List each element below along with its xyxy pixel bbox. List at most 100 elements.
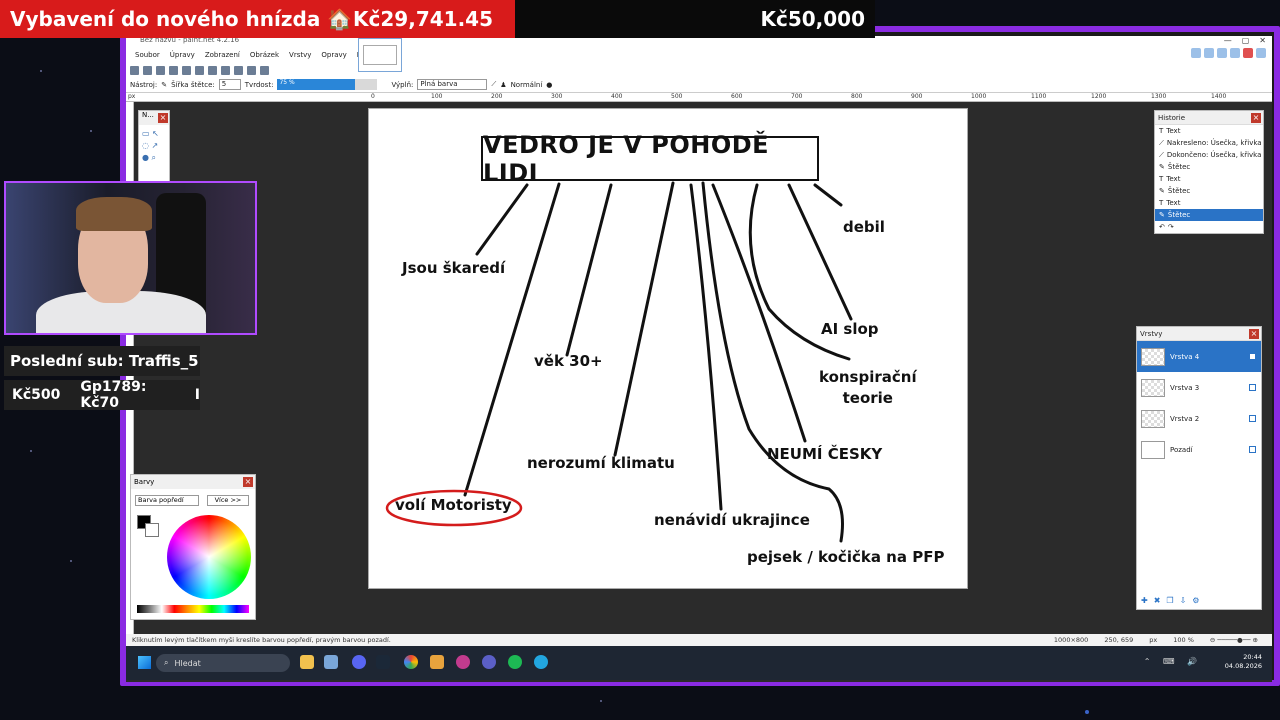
cut-icon[interactable] — [182, 65, 191, 75]
crop-icon[interactable] — [221, 65, 230, 75]
spotify-icon[interactable] — [508, 655, 522, 669]
mindmap-title: VEDRO JE V POHODĚ LIDI — [481, 131, 819, 187]
brush-width-input[interactable]: 5 — [218, 79, 241, 90]
history-item[interactable]: T Text — [1155, 197, 1263, 209]
history-item[interactable]: ✎ Štětec — [1155, 185, 1263, 197]
merge-layer-icon[interactable]: ⇩ — [1180, 596, 1187, 605]
menu-layers[interactable]: Vrstvy — [284, 51, 316, 59]
move-tool-icon[interactable]: ↖ — [152, 129, 159, 138]
drawing-canvas[interactable]: VEDRO JE V POHODĚ LIDI Jsou škaredí věk … — [369, 109, 967, 588]
hardness-slider[interactable]: 75 % — [277, 79, 378, 90]
tools-close-button[interactable]: × — [158, 113, 168, 123]
layer-row[interactable]: Pozadí — [1137, 434, 1261, 465]
maximize-button[interactable]: ▢ — [1242, 36, 1250, 45]
discord-icon[interactable] — [352, 655, 366, 669]
steam-icon[interactable] — [376, 655, 390, 669]
colors-close-button[interactable]: × — [243, 477, 253, 487]
goal-current: Kč29,741.45 — [353, 7, 493, 31]
grid-icon[interactable] — [260, 65, 269, 75]
goal-title: Vybavení do nového hnízda 🏠 — [10, 7, 353, 31]
color-mode-select[interactable]: Barva popředí — [135, 495, 199, 506]
layer-visibility-checkbox[interactable] — [1249, 415, 1256, 422]
menu-edit[interactable]: Úpravy — [165, 51, 200, 59]
zoom-slider[interactable]: ⊖ ─────●── ⊕ — [1210, 636, 1258, 644]
history-item[interactable]: T Text — [1155, 173, 1263, 185]
tools-panel-icon[interactable] — [1191, 48, 1201, 58]
color-wheel[interactable] — [167, 515, 251, 599]
color-palette[interactable] — [137, 605, 249, 613]
taskbar-search[interactable]: ⌕ Hledat — [156, 654, 290, 672]
move-selection-icon[interactable]: ↗ — [152, 141, 159, 150]
image-size: 1000×800 — [1053, 636, 1089, 644]
alpha-icon[interactable]: ● — [546, 81, 552, 89]
menu-view[interactable]: Zobrazení — [200, 51, 245, 59]
tools-panel: N... × ▭ ↖ ◌ ↗ ● ⌕ — [138, 110, 170, 182]
redo-icon[interactable]: ↷ — [1168, 223, 1174, 231]
paste-icon[interactable] — [208, 65, 217, 75]
layer-visibility-checkbox[interactable] — [1249, 353, 1256, 360]
edge-icon[interactable] — [534, 655, 548, 669]
chrome-icon[interactable] — [404, 655, 418, 669]
firefox-icon[interactable] — [456, 655, 470, 669]
tray-icons[interactable]: ⌃ ⌨ 🔊 — [1144, 657, 1202, 666]
layer-row-selected[interactable]: Vrstva 4 — [1137, 341, 1261, 372]
history-item[interactable]: T Text — [1155, 125, 1263, 137]
duplicate-layer-icon[interactable]: ❐ — [1166, 596, 1173, 605]
open-icon[interactable] — [143, 65, 152, 75]
add-layer-icon[interactable]: ✚ — [1141, 596, 1148, 605]
close-button[interactable]: ✕ — [1259, 36, 1266, 45]
vpn-icon[interactable] — [482, 655, 496, 669]
line-czech — [711, 183, 807, 443]
undo-icon[interactable] — [234, 65, 243, 75]
new-icon[interactable] — [130, 65, 139, 75]
delete-layer-icon[interactable]: ✖ — [1154, 596, 1161, 605]
redo-icon[interactable] — [247, 65, 256, 75]
history-panel-icon[interactable] — [1204, 48, 1214, 58]
antialias-icon[interactable]: ⟋ — [491, 80, 496, 89]
layer-thumbnail — [1141, 409, 1165, 428]
paintnet-icon[interactable] — [324, 655, 338, 669]
secondary-color-swatch[interactable] — [145, 523, 159, 537]
copy-icon[interactable] — [195, 65, 204, 75]
history-item[interactable]: ⟋ Nakresleno: Úsečka, křivka — [1155, 137, 1263, 149]
layer-visibility-checkbox[interactable] — [1249, 384, 1256, 391]
history-item-selected[interactable]: ✎ Štětec — [1155, 209, 1263, 221]
history-close-button[interactable]: × — [1251, 113, 1261, 123]
unit-select[interactable]: px — [1149, 636, 1157, 644]
more-colors-button[interactable]: Více >> — [207, 495, 249, 506]
explorer-icon[interactable] — [300, 655, 314, 669]
settings-icon[interactable] — [1243, 48, 1253, 58]
ellipse-select-icon[interactable]: ● — [142, 153, 149, 162]
history-item[interactable]: ✎ Štětec — [1155, 161, 1263, 173]
lasso-tool-icon[interactable]: ◌ — [142, 141, 149, 150]
zoom-tool-icon[interactable]: ⌕ — [152, 153, 156, 162]
undo-icon[interactable]: ↶ — [1159, 223, 1165, 231]
zoom-level[interactable]: 100 % — [1173, 636, 1194, 644]
select-tool-icon[interactable]: ▭ — [142, 129, 150, 138]
fill-select[interactable]: Plná barva — [417, 79, 488, 90]
image-tab-thumbnail[interactable] — [358, 38, 402, 72]
minimize-button[interactable]: — — [1224, 36, 1232, 45]
layer-row[interactable]: Vrstva 2 — [1137, 403, 1261, 434]
blend-mode-select[interactable]: Normální — [511, 81, 543, 89]
goal-target: Kč50,000 — [760, 7, 865, 31]
start-icon[interactable] — [138, 656, 151, 669]
label-climate: nerozumí klimatu — [527, 454, 675, 472]
print-icon[interactable] — [169, 65, 178, 75]
help-icon[interactable] — [1256, 48, 1266, 58]
menu-file[interactable]: Soubor — [130, 51, 165, 59]
menu-image[interactable]: Obrázek — [245, 51, 284, 59]
save-icon[interactable] — [156, 65, 165, 75]
layer-visibility-checkbox[interactable] — [1249, 446, 1256, 453]
layer-row[interactable]: Vrstva 3 — [1137, 372, 1261, 403]
layer-properties-icon[interactable]: ⚙ — [1192, 596, 1199, 605]
menu-bar: Soubor Úpravy Zobrazení Obrázek Vrstvy O… — [126, 38, 1272, 72]
app-icon[interactable] — [430, 655, 444, 669]
brush-icon[interactable]: ✎ — [161, 81, 167, 89]
colors-panel-icon[interactable] — [1230, 48, 1240, 58]
layers-close-button[interactable]: × — [1249, 329, 1259, 339]
menu-adjustments[interactable]: Opravy — [316, 51, 351, 59]
taskbar-clock[interactable]: 20:44 04.08.2026 — [1225, 653, 1262, 671]
layers-panel-icon[interactable] — [1217, 48, 1227, 58]
history-item[interactable]: ⟋ Dokončeno: Úsečka, křivka — [1155, 149, 1263, 161]
